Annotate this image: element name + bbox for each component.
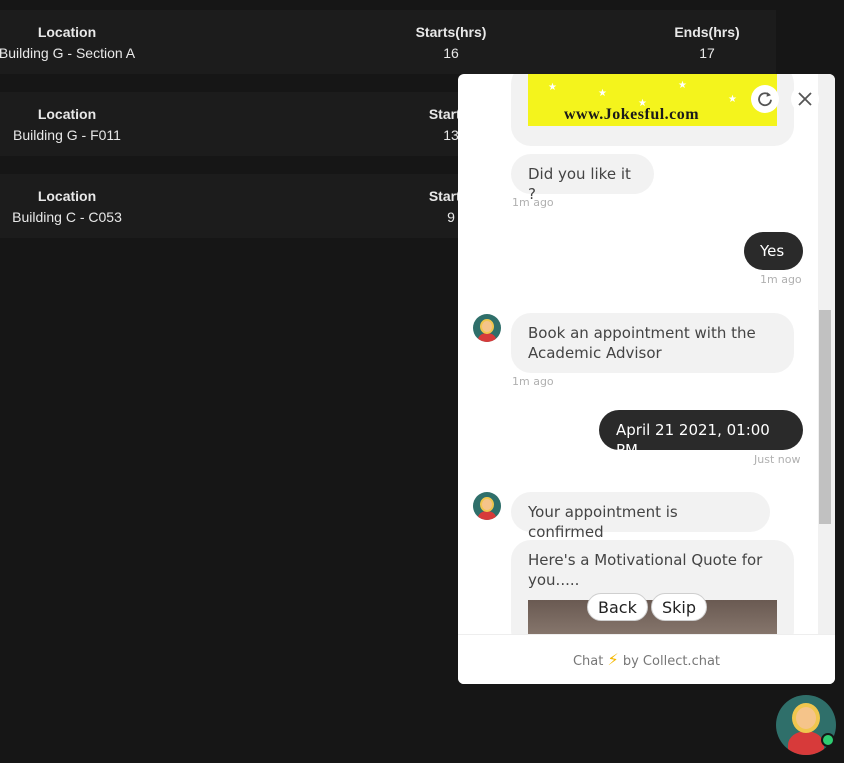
refresh-icon[interactable] <box>751 85 779 113</box>
lightning-icon: ⚡ <box>607 650 619 669</box>
bot-avatar <box>473 314 501 342</box>
joke-image: ★ ★ ★ ★ ★ www.Jokesful.com <box>528 74 777 126</box>
location-value: Building C - C053 <box>12 209 122 225</box>
message-text: Yes <box>760 242 785 260</box>
location-value: Building G - Section A <box>0 45 136 61</box>
starts-value: 16 <box>443 45 459 61</box>
bot-message: Book an appointment with the Academic Ad… <box>511 313 794 373</box>
message-text: Here's a Motivational Quote for you..... <box>528 551 763 589</box>
message-text: Book an appointment with the Academic Ad… <box>528 324 756 362</box>
location-header: Location <box>37 106 97 122</box>
location-value: Building G - F011 <box>13 127 121 143</box>
message-text: Your appointment is confirmed <box>528 503 678 541</box>
scrollbar-thumb[interactable] <box>819 310 831 524</box>
chat-footer: Chat ⚡ by Collect.chat <box>458 634 835 684</box>
ends-header: Ends(hrs) <box>674 24 740 40</box>
location-header: Location <box>37 188 97 204</box>
user-message: April 21 2021, 01:00 PM <box>599 410 803 459</box>
message-time: 1m ago <box>512 196 554 209</box>
starts-cell: Starts(hrs) 16 <box>351 23 551 62</box>
message-text: April 21 2021, 01:00 PM <box>616 421 770 459</box>
back-button[interactable]: Back <box>587 593 648 621</box>
location-cell: Location Building C - C053 <box>0 187 167 226</box>
footer-chat-text: Chat <box>572 654 604 669</box>
chat-scrollbar[interactable] <box>818 74 835 634</box>
footer-brand-link[interactable]: by Collect.chat <box>623 654 720 669</box>
ends-cell: Ends(hrs) 17 <box>607 23 807 62</box>
close-icon[interactable] <box>791 85 819 113</box>
message-time: Just now <box>754 453 801 466</box>
message-list: ★ ★ ★ ★ ★ www.Jokesful.com Did you like … <box>458 74 818 634</box>
message-time: 1m ago <box>512 375 554 388</box>
bot-avatar <box>473 492 501 520</box>
bot-message: Did you like it ? <box>511 154 654 203</box>
online-status-indicator <box>821 733 835 747</box>
starts-header: Starts(hrs) <box>415 24 487 40</box>
location-cell: Location Building G - Section A <box>0 23 167 62</box>
joke-image-text: www.Jokesful.com <box>564 106 700 123</box>
schedule-row: Location Building G - Section A Starts(h… <box>0 10 776 74</box>
skip-button[interactable]: Skip <box>651 593 708 621</box>
location-cell: Location Building G - F011 <box>0 105 167 144</box>
user-message: Yes <box>744 232 803 270</box>
bot-message: Your appointment is confirmed <box>511 492 770 541</box>
chat-widget: ★ ★ ★ ★ ★ www.Jokesful.com Did you like … <box>458 74 835 684</box>
ends-value: 17 <box>699 45 715 61</box>
location-header: Location <box>37 24 97 40</box>
message-time: 1m ago <box>760 273 802 286</box>
